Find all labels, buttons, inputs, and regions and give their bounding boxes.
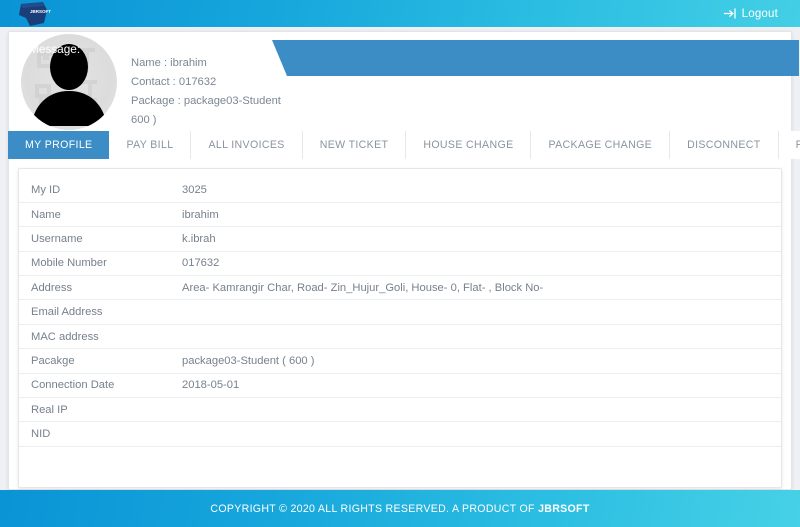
row-value-my-id: 3025 (182, 178, 781, 203)
top-navigation-bar: JBRSOFT Logout (0, 0, 800, 27)
table-row: Address Area- Kamrangir Char, Road- Zin_… (19, 275, 781, 301)
table-row: Email Address (19, 299, 781, 325)
svg-text:JBRSOFT: JBRSOFT (30, 9, 51, 14)
tab-disconnect[interactable]: DISCONNECT (670, 131, 779, 159)
brand-logo-icon[interactable]: JBRSOFT (17, 1, 51, 27)
table-row: Connection Date 2018-05-01 (19, 373, 781, 399)
profile-summary-section: Name : ibrahim Contact : 017632 Package … (9, 32, 799, 136)
table-row: Username k.ibrah (19, 226, 781, 252)
row-value-name: ibrahim (182, 202, 781, 228)
footer-copyright: COPYRIGHT © 2020 ALL RIGHTS RESERVED. A … (210, 503, 589, 515)
table-row: Name ibrahim (19, 202, 781, 228)
page-footer: COPYRIGHT © 2020 ALL RIGHTS RESERVED. A … (0, 490, 800, 527)
profile-contact-line: Contact : 017632 (131, 76, 217, 88)
profile-details-table-body: My ID 3025 Name ibrahim Username k.ibrah… (19, 178, 781, 447)
table-row: MAC address (19, 324, 781, 350)
row-value-mac-address (182, 324, 781, 350)
row-value-pacakge: package03-Student ( 600 ) (182, 348, 781, 374)
tab-all-invoices[interactable]: ALL INVOICES (191, 131, 303, 159)
table-row: Pacakge package03-Student ( 600 ) (19, 348, 781, 374)
logout-label: Logout (741, 7, 778, 20)
table-row: Mobile Number 017632 (19, 251, 781, 277)
row-label-pacakge: Pacakge (19, 348, 182, 374)
row-label-nid: NID (19, 421, 182, 447)
row-label-email-address: Email Address (19, 299, 182, 325)
row-label-address: Address (19, 275, 182, 301)
footer-company-name: JBRSOFT (538, 502, 590, 515)
profile-info-lines: Name : ibrahim Contact : 017632 Package … (131, 54, 281, 130)
row-label-name: Name (19, 202, 182, 228)
table-row: NID (19, 421, 781, 447)
row-value-email-address (182, 299, 781, 325)
tab-find-transaction[interactable]: FIND TRANSACTION (778, 131, 800, 159)
brand-logo-shape: JBRSOFT (19, 1, 51, 26)
row-label-connection-date: Connection Date (19, 373, 182, 399)
row-label-my-id: My ID (19, 178, 182, 203)
profile-details-table: My ID 3025 Name ibrahim Username k.ibrah… (19, 178, 781, 447)
tab-package-change[interactable]: PACKAGE CHANGE (531, 131, 671, 159)
row-label-real-ip: Real IP (19, 397, 182, 423)
message-banner (272, 40, 799, 76)
profile-package-line: Package : package03-Student ( (131, 95, 281, 107)
tab-house-change[interactable]: HOUSE CHANGE (406, 131, 532, 159)
profile-details-card: My ID 3025 Name ibrahim Username k.ibrah… (18, 168, 782, 488)
tab-my-profile[interactable]: MY PROFILE (8, 131, 110, 159)
row-label-mac-address: MAC address (19, 324, 182, 350)
table-row: Real IP (19, 397, 781, 423)
row-value-mobile-number: 017632 (182, 251, 781, 277)
tab-bar: MY PROFILE PAY BILL ALL INVOICES NEW TIC… (8, 131, 800, 159)
row-label-mobile-number: Mobile Number (19, 251, 182, 277)
row-value-connection-date: 2018-05-01 (182, 373, 781, 399)
row-value-username: k.ibrah (182, 226, 781, 252)
table-row: My ID 3025 (19, 178, 781, 203)
message-label: Message: (29, 42, 81, 56)
row-value-nid (182, 421, 781, 447)
row-label-username: Username (19, 226, 182, 252)
logout-arrow-icon (723, 8, 736, 19)
profile-package-line-2: 600 ) (131, 114, 157, 126)
tab-pay-bill[interactable]: PAY BILL (109, 131, 192, 159)
logout-button[interactable]: Logout (723, 7, 778, 20)
profile-name-line: Name : ibrahim (131, 57, 207, 69)
footer-copyright-prefix: COPYRIGHT © 2020 ALL RIGHTS RESERVED. A … (210, 502, 539, 515)
tab-new-ticket[interactable]: NEW TICKET (302, 131, 407, 159)
row-value-real-ip (182, 397, 781, 423)
row-value-address: Area- Kamrangir Char, Road- Zin_Hujur_Go… (182, 275, 781, 301)
